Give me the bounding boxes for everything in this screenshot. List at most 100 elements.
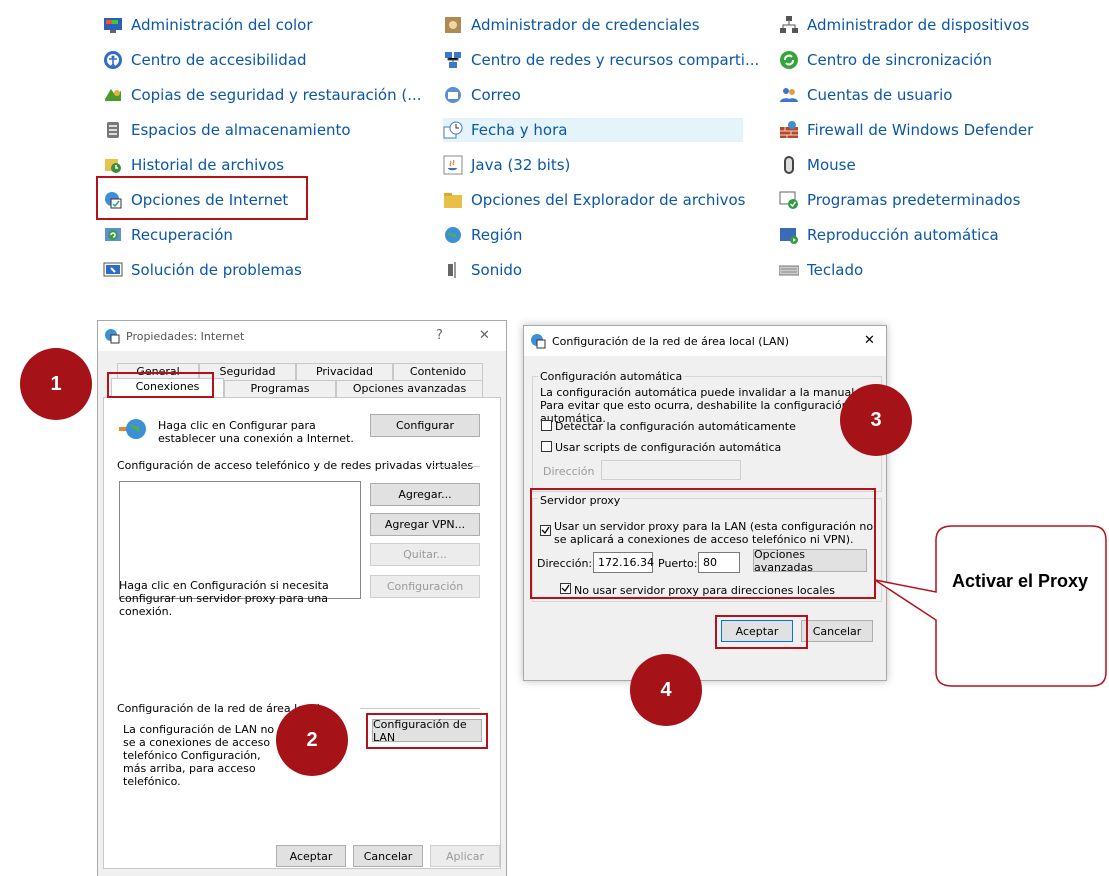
cp-item-device-manager[interactable]: Administrador de dispositivos — [779, 13, 1029, 37]
cp-item-recovery[interactable]: Recuperación — [103, 223, 233, 247]
cp-label: Región — [471, 226, 523, 244]
autoplay-icon — [779, 225, 799, 245]
cp-label: Solución de problemas — [131, 261, 302, 279]
auto-script-checkbox[interactable] — [541, 441, 552, 452]
cp-label: Copias de seguridad y restauración (... — [131, 86, 422, 104]
cp-item-network-center[interactable]: Centro de redes y recursos comparti... — [443, 48, 759, 72]
firewall-icon — [779, 120, 799, 140]
default-programs-icon — [779, 190, 799, 210]
cp-label: Teclado — [807, 261, 864, 279]
recovery-icon — [103, 225, 123, 245]
java-icon — [443, 155, 463, 175]
clock-icon — [443, 120, 463, 140]
callout-bubble — [874, 525, 1107, 687]
cp-item-sync-center[interactable]: Centro de sincronización — [779, 48, 992, 72]
cp-label: Centro de accesibilidad — [131, 51, 307, 69]
highlight-internet-options — [96, 176, 308, 220]
cp-item-troubleshooting[interactable]: Solución de problemas — [103, 258, 302, 282]
sync-icon — [779, 50, 799, 70]
title-bar: Propiedades: Internet ? ✕ — [98, 321, 506, 351]
lan-cancel-button[interactable]: Cancelar — [801, 620, 873, 642]
cp-item-mail[interactable]: Correo — [443, 83, 521, 107]
step-1-badge: 1 — [20, 348, 92, 420]
cp-label: Correo — [471, 86, 521, 104]
auto-config-header: Configuración automática — [538, 370, 685, 383]
divider — [432, 466, 480, 467]
backup-icon — [103, 85, 123, 105]
dialog-title: Propiedades: Internet — [126, 329, 245, 343]
close-button[interactable]: ✕ — [479, 328, 490, 343]
cp-item-mouse[interactable]: Mouse — [779, 153, 856, 177]
cp-item-user-accounts[interactable]: Cuentas de usuario — [779, 83, 952, 107]
cp-label: Sonido — [471, 261, 523, 279]
script-address-input[interactable] — [601, 460, 741, 480]
cp-label: Fecha y hora — [471, 121, 568, 139]
lan-text: La configuración de LAN no se a conexion… — [123, 723, 275, 788]
cp-label: Opciones del Explorador de archivos — [471, 191, 746, 209]
title-bar: Configuración de la red de área local (L… — [524, 326, 886, 356]
mail-icon — [443, 85, 463, 105]
cp-item-date-time[interactable]: Fecha y hora — [443, 118, 743, 142]
internet-properties-dialog: Propiedades: Internet ? ✕ General Seguri… — [97, 320, 507, 876]
configure-button[interactable]: Configurar — [370, 414, 480, 437]
add-vpn-button[interactable]: Agregar VPN... — [370, 513, 480, 536]
cp-label: Reproducción automática — [807, 226, 999, 244]
dialog-title: Configuración de la red de área local (L… — [552, 334, 790, 348]
device-manager-icon — [779, 15, 799, 35]
cp-item-keyboard[interactable]: Teclado — [778, 258, 864, 282]
close-button[interactable]: ✕ — [864, 333, 875, 348]
cp-item-accessibility[interactable]: Centro de accesibilidad — [103, 48, 307, 72]
ok-button[interactable]: Aceptar — [276, 845, 346, 867]
cp-label: Centro de redes y recursos comparti... — [471, 51, 760, 69]
cp-item-file-history[interactable]: Historial de archivos — [103, 153, 284, 177]
help-button[interactable]: ? — [436, 328, 443, 343]
cp-item-firewall[interactable]: Firewall de Windows Defender — [779, 118, 1033, 142]
credential-icon — [443, 15, 463, 35]
internet-options-icon — [530, 333, 546, 349]
cp-label: Programas predeterminados — [807, 191, 1021, 209]
cp-label: Firewall de Windows Defender — [807, 121, 1034, 139]
cp-item-backup-restore[interactable]: Copias de seguridad y restauración (... — [103, 83, 422, 107]
cp-label: Administración del color — [131, 16, 313, 34]
monitor-icon — [103, 15, 123, 35]
cp-item-color-management[interactable]: Administración del color — [103, 13, 313, 37]
detect-settings-checkbox[interactable] — [541, 420, 552, 431]
tab-advanced[interactable]: Opciones avanzadas — [336, 380, 483, 398]
cp-item-explorer-options[interactable]: Opciones del Explorador de archivos — [443, 188, 745, 212]
add-button[interactable]: Agregar... — [370, 483, 480, 506]
auto-script-label: Usar scripts de configuración automática — [555, 441, 782, 454]
cp-label: Java (32 bits) — [471, 156, 571, 174]
cp-item-storage-spaces[interactable]: Espacios de almacenamiento — [103, 118, 351, 142]
highlight-lan-button — [366, 713, 488, 749]
step-3-badge: 3 — [840, 384, 912, 456]
cp-item-sound[interactable]: Sonido — [443, 258, 522, 282]
apply-button[interactable]: Aplicar — [430, 845, 500, 867]
cp-label: Administrador de credenciales — [471, 16, 700, 34]
cp-label: Administrador de dispositivos — [807, 16, 1030, 34]
remove-button[interactable]: Quitar... — [370, 543, 480, 566]
detect-settings-label: Detectar la configuración automáticament… — [555, 420, 796, 433]
cp-item-default-programs[interactable]: Programas predeterminados — [779, 188, 1020, 212]
step-4-badge: 4 — [630, 654, 702, 726]
cp-item-autoplay[interactable]: Reproducción automática — [779, 223, 999, 247]
dialup-section-header: Configuración de acceso telefónico y de … — [117, 459, 474, 472]
cp-item-credential-manager[interactable]: Administrador de credenciales — [443, 13, 700, 37]
cp-label: Espacios de almacenamiento — [131, 121, 351, 139]
storage-icon — [103, 120, 123, 140]
tab-programs[interactable]: Programas — [224, 380, 336, 398]
cp-item-java[interactable]: Java (32 bits) — [443, 153, 570, 177]
cp-item-region[interactable]: Región — [443, 223, 522, 247]
users-icon — [779, 85, 799, 105]
setup-text: Haga clic en Configurar para establecer … — [158, 419, 354, 445]
troubleshooting-icon — [103, 260, 123, 280]
cancel-button[interactable]: Cancelar — [353, 845, 423, 867]
cp-label: Historial de archivos — [131, 156, 285, 174]
script-address-label: Dirección — [543, 465, 595, 478]
settings-button[interactable]: Configuración — [370, 575, 480, 598]
tab-privacy[interactable]: Privacidad — [296, 363, 393, 381]
speaker-icon — [443, 260, 463, 280]
cp-label: Cuentas de usuario — [807, 86, 953, 104]
mouse-icon — [779, 155, 799, 175]
network-globe-icon — [118, 417, 148, 444]
tab-content[interactable]: Contenido — [393, 363, 483, 381]
